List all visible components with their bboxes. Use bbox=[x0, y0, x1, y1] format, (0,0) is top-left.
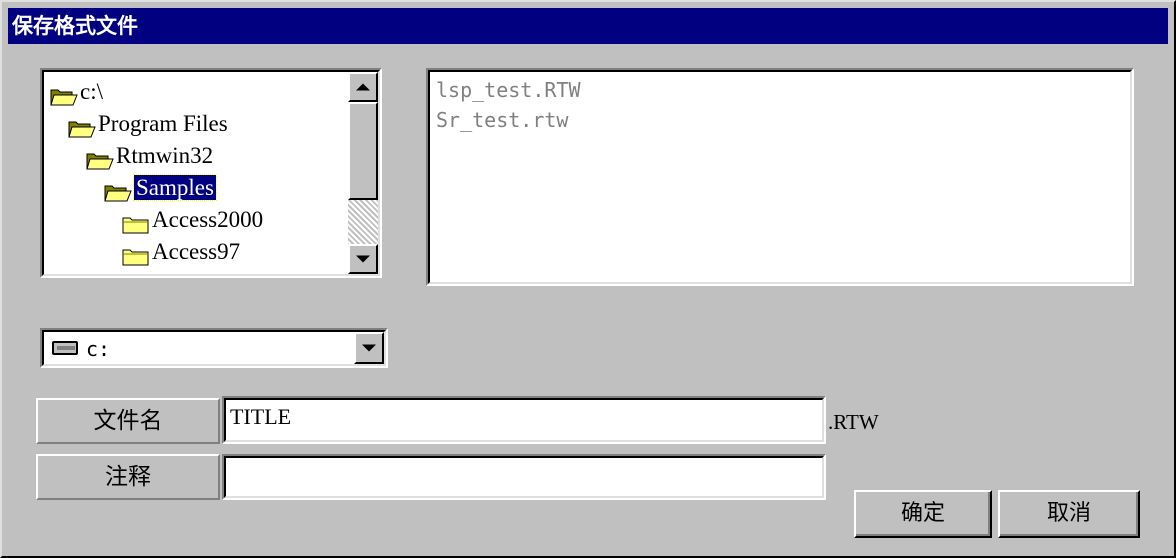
tree-item[interactable]: Program Files bbox=[68, 108, 228, 140]
folder-open-icon bbox=[86, 148, 114, 170]
filename-label: 文件名 bbox=[36, 398, 220, 444]
drive-select[interactable]: c: bbox=[40, 328, 388, 368]
list-item[interactable]: Sr_test.rtw bbox=[436, 106, 568, 134]
scroll-up-button[interactable] bbox=[348, 72, 378, 102]
tree-item-label: Program Files bbox=[98, 111, 228, 136]
tree-item[interactable]: c:\ bbox=[50, 76, 103, 108]
drive-dropdown-button[interactable] bbox=[354, 332, 384, 364]
folder-tree[interactable]: c:\ Program Files Rtmwin32 Samples Access200… bbox=[40, 68, 382, 278]
file-list[interactable]: lsp_test.RTW Sr_test.rtw bbox=[426, 68, 1134, 286]
chevron-down-icon bbox=[362, 344, 376, 352]
tree-item[interactable]: Access97 bbox=[122, 236, 240, 268]
folder-open-icon bbox=[50, 84, 78, 106]
scroll-down-button[interactable] bbox=[348, 244, 378, 274]
tree-item[interactable]: Samples bbox=[104, 172, 217, 204]
tree-item-label: Access97 bbox=[152, 239, 241, 264]
tree-item-label: Access2000 bbox=[152, 207, 264, 232]
drive-select-value: c: bbox=[86, 337, 111, 361]
tree-item[interactable]: Access2000 bbox=[122, 204, 263, 236]
tree-item[interactable]: Rtmwin32 bbox=[86, 140, 213, 172]
filename-field[interactable]: TITLE bbox=[222, 396, 826, 444]
arrow-down-icon bbox=[356, 255, 370, 263]
folder-icon bbox=[122, 244, 150, 266]
filename-extension: .RTW bbox=[828, 410, 879, 434]
folder-tree-scrollbar[interactable] bbox=[348, 72, 378, 274]
comment-field[interactable] bbox=[222, 454, 826, 500]
filename-value: TITLE bbox=[230, 404, 292, 429]
ok-button[interactable]: 确定 bbox=[854, 490, 992, 538]
drive-icon bbox=[52, 341, 78, 355]
dialog-title: 保存格式文件 bbox=[8, 8, 1168, 44]
scroll-thumb[interactable] bbox=[348, 102, 378, 200]
list-item[interactable]: lsp_test.RTW bbox=[436, 76, 581, 104]
tree-item-label: c:\ bbox=[80, 79, 103, 104]
folder-icon bbox=[122, 212, 150, 234]
folder-open-icon bbox=[104, 180, 132, 202]
tree-item-label: Samples bbox=[133, 174, 217, 201]
arrow-up-icon bbox=[356, 83, 370, 91]
tree-item-label: Rtmwin32 bbox=[116, 143, 214, 168]
comment-label: 注释 bbox=[36, 454, 220, 500]
folder-open-icon bbox=[68, 116, 96, 138]
save-format-dialog: 保存格式文件 c:\ Program Files Rtmwin32 Samples Ac… bbox=[0, 0, 1176, 558]
cancel-button[interactable]: 取消 bbox=[998, 490, 1140, 538]
